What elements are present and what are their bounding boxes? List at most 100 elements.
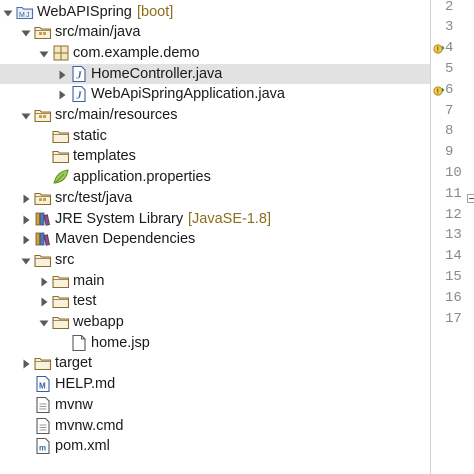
tree-item[interactable]: templates	[0, 146, 430, 166]
svg-text:J: J	[76, 70, 83, 81]
tree-item[interactable]: test	[0, 291, 430, 311]
folder-icon	[52, 292, 70, 310]
package-icon	[52, 44, 70, 62]
properties-file-icon	[52, 168, 70, 186]
tree-item[interactable]: J WebApiSpringApplication.java	[0, 84, 430, 104]
tree-item-label: WebAPISpring	[37, 3, 132, 20]
tree-item-label: src/main/resources	[55, 107, 178, 123]
tree-item-label: webapp	[73, 314, 124, 330]
source-folder-icon	[34, 106, 52, 124]
folder-icon	[52, 313, 70, 331]
markdown-file-icon: M	[34, 375, 52, 393]
xml-file-icon: m	[34, 437, 52, 455]
chevron-right-icon[interactable]	[56, 88, 68, 100]
tree-item[interactable]: mvnw.cmd	[0, 416, 430, 436]
package-explorer: M J WebAPISpring [boot] src/main/java com.exa…	[0, 0, 430, 474]
tree-item[interactable]: src/test/java	[0, 188, 430, 208]
line-number: 15	[445, 268, 462, 285]
chevron-right-icon[interactable]	[56, 68, 68, 80]
boot-project-icon: MJ	[16, 3, 34, 21]
source-folder-icon	[34, 189, 52, 207]
tree-item[interactable]: J HomeController.java	[0, 63, 430, 84]
tree-item-label: HELP.md	[55, 376, 116, 393]
svg-text:J: J	[26, 12, 30, 19]
tree-item[interactable]: src	[0, 250, 430, 270]
tree-item-label: application.properties	[73, 169, 211, 186]
tree-item[interactable]: target	[0, 353, 430, 373]
library-icon	[34, 210, 52, 228]
line-number: 12	[445, 206, 462, 223]
line-number: 17	[445, 310, 462, 327]
chevron-right-icon[interactable]	[20, 192, 32, 204]
svg-text:M: M	[19, 12, 25, 19]
line-number: 4	[445, 40, 454, 57]
tree-item-label: static	[73, 127, 107, 144]
tree-item[interactable]: static	[0, 126, 430, 146]
svg-text:!: !	[437, 88, 439, 95]
svg-text:!: !	[437, 47, 439, 54]
chevron-down-icon[interactable]	[38, 316, 50, 328]
chevron-right-icon[interactable]	[20, 357, 32, 369]
line-number: 6	[445, 81, 454, 98]
line-number: 13	[445, 227, 462, 244]
tree-item-label: src/test/java	[55, 189, 133, 206]
line-number: 7	[445, 102, 454, 119]
java-file-icon: J	[70, 85, 88, 103]
svg-text:J: J	[76, 91, 83, 102]
tree-item-label: templates	[73, 148, 136, 165]
line-number: 16	[445, 289, 462, 306]
chevron-down-icon[interactable]	[20, 26, 32, 38]
tree-item-label: mvnw.cmd	[55, 417, 124, 434]
jsp-file-icon	[70, 334, 88, 352]
line-number: 3	[445, 19, 454, 36]
tree-item-label: src	[55, 251, 75, 268]
tree-item[interactable]: src/main/java	[0, 22, 430, 42]
tree-item[interactable]: src/main/resources	[0, 105, 430, 125]
tree-item-decoration: [JavaSE-1.8]	[188, 210, 272, 227]
chevron-down-icon[interactable]	[38, 47, 50, 59]
chevron-right-icon[interactable]	[20, 213, 32, 225]
tree-item[interactable]: m pom.xml	[0, 436, 430, 456]
tree-item[interactable]: webapp	[0, 312, 430, 332]
tree-item-label: com.example.demo	[73, 44, 200, 61]
tree-item-label: Maven Dependencies	[55, 231, 196, 248]
chevron-down-icon[interactable]	[2, 6, 14, 18]
editor-line-gutter: 2 3 4! 5 6! 7 8 9 10 11 12 13 14 15 16 17	[430, 0, 474, 474]
fold-collapse-icon[interactable]	[467, 190, 474, 203]
chevron-down-icon[interactable]	[20, 254, 32, 266]
chevron-right-icon[interactable]	[20, 233, 32, 245]
tree-item-label: src/main/java	[55, 24, 141, 41]
text-file-icon	[34, 417, 52, 435]
library-icon	[34, 230, 52, 248]
tree-item-label: target	[55, 355, 93, 372]
tree-item[interactable]: application.properties	[0, 167, 430, 187]
warning-override-icon[interactable]: !	[433, 42, 445, 54]
tree-item[interactable]: mvnw	[0, 395, 430, 415]
tree-item-label: JRE System Library	[55, 210, 184, 227]
java-file-icon: J	[70, 65, 88, 83]
chevron-right-icon[interactable]	[38, 295, 50, 307]
line-number: 2	[445, 0, 454, 15]
tree-item-label: test	[73, 293, 97, 310]
tree-item[interactable]: home.jsp	[0, 333, 430, 353]
line-number: 8	[445, 123, 454, 140]
warning-override-icon[interactable]: !	[433, 84, 445, 96]
folder-icon	[52, 127, 70, 145]
tree-item-label: WebApiSpringApplication.java	[91, 86, 285, 103]
tree-item[interactable]: M HELP.md	[0, 374, 430, 394]
tree-item[interactable]: M J WebAPISpring [boot]	[0, 2, 430, 22]
chevron-down-icon[interactable]	[20, 109, 32, 121]
svg-text:m: m	[39, 444, 46, 453]
tree-item[interactable]: JRE System Library [JavaSE-1.8]	[0, 209, 430, 229]
tree-item-label: mvnw	[55, 396, 93, 413]
tree-item[interactable]: Maven Dependencies	[0, 229, 430, 249]
tree-item[interactable]: main	[0, 271, 430, 291]
svg-text:M: M	[39, 382, 46, 391]
line-number: 9	[445, 144, 454, 161]
tree-item-label: main	[73, 272, 105, 289]
folder-icon	[52, 147, 70, 165]
tree-item-label: home.jsp	[91, 334, 150, 351]
tree-item-label: pom.xml	[55, 438, 110, 455]
tree-item[interactable]: com.example.demo	[0, 43, 430, 63]
chevron-right-icon[interactable]	[38, 275, 50, 287]
